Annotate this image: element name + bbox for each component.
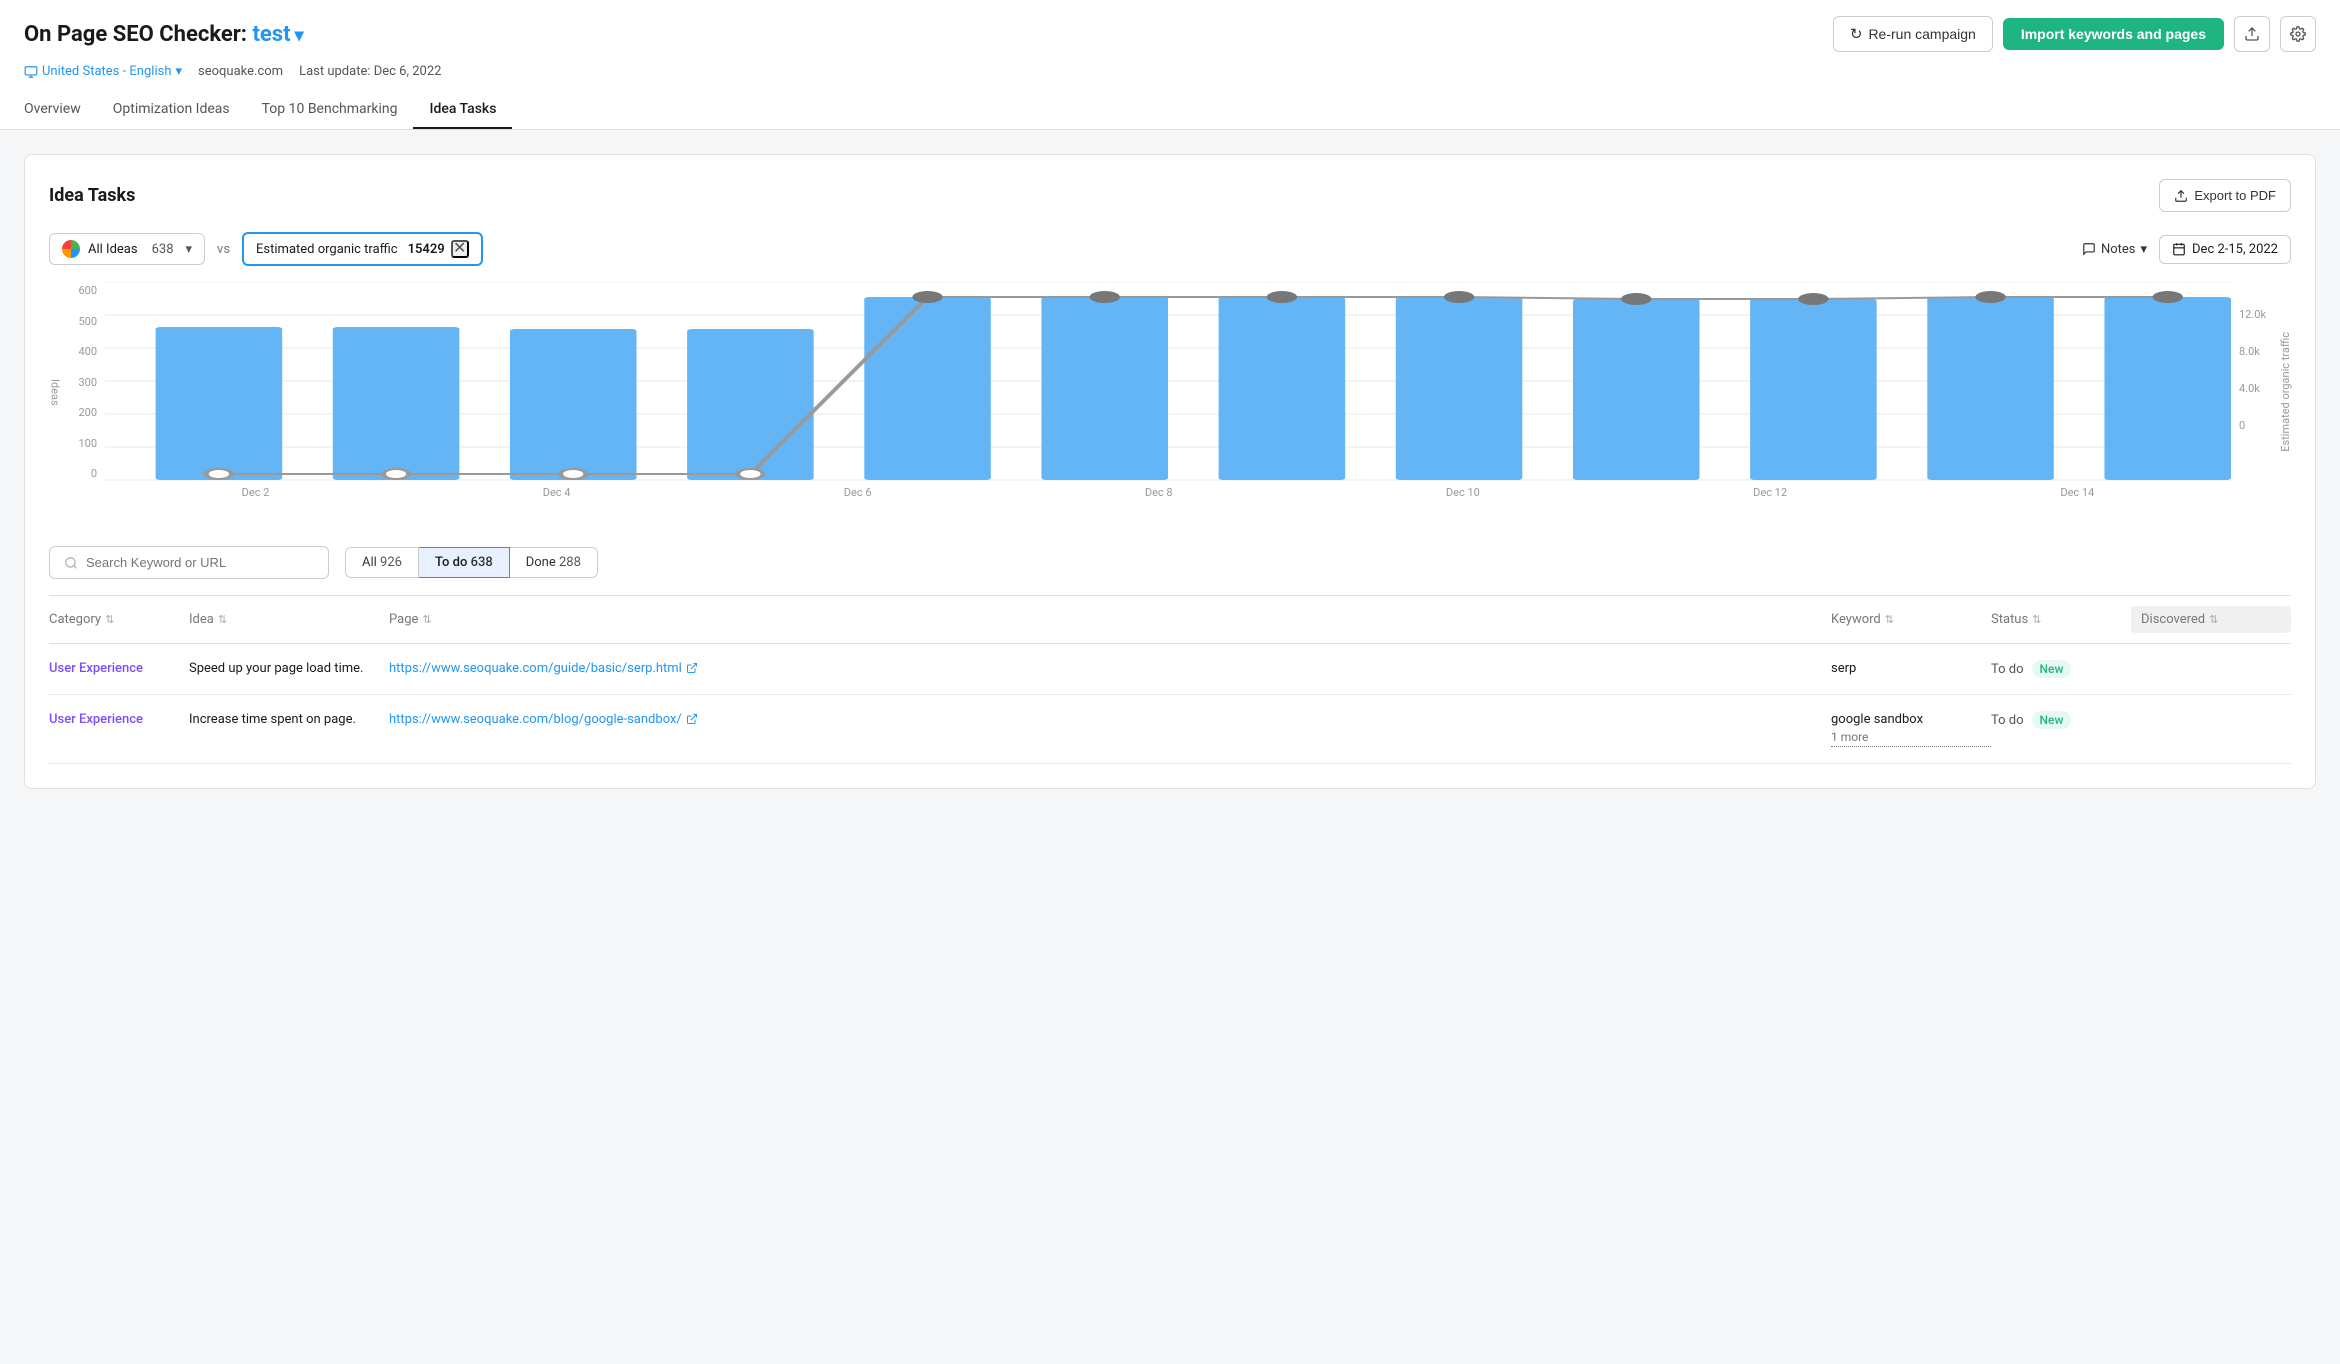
sort-status-icon[interactable]: ⇅ [2032,613,2041,626]
page-cell-2[interactable]: https://www.seoquake.com/blog/google-san… [389,711,1831,729]
page-cell-1[interactable]: https://www.seoquake.com/guide/basic/ser… [389,660,1831,678]
external-link-icon-2 [686,713,698,725]
monitor-icon [24,65,38,79]
nav-tabs: Overview Optimization Ideas Top 10 Bench… [24,91,2316,129]
settings-button[interactable] [2280,16,2316,52]
dropdown-chevron-icon: ▾ [186,242,193,257]
upload-button[interactable] [2234,16,2270,52]
page-title: On Page SEO Checker: test▾ [24,22,304,47]
col-header-category: Category ⇅ [49,606,189,633]
status-cell-1: To do New [1991,660,2131,678]
table-row: User Experience Speed up your page load … [49,644,2291,695]
search-icon [64,556,78,570]
header-top: On Page SEO Checker: test▾ ↻ Re-run camp… [24,16,2316,52]
vs-label: vs [217,242,230,257]
metric-tag: Estimated organic traffic 15429 ✕ [242,232,483,266]
external-link-icon [686,662,698,674]
category-cell-1[interactable]: User Experience [49,660,189,678]
last-update: Last update: Dec 6, 2022 [299,64,441,79]
card-title: Idea Tasks [49,185,135,206]
data-table: Category ⇅ Idea ⇅ Page ⇅ Keyword ⇅ Statu… [49,595,2291,764]
location-chevron-icon: ▾ [175,64,182,79]
table-header: Category ⇅ Idea ⇅ Page ⇅ Keyword ⇅ Statu… [49,596,2291,644]
date-range-button[interactable]: Dec 2-15, 2022 [2159,235,2291,264]
metric-close-button[interactable]: ✕ [451,240,469,258]
col-header-idea: Idea ⇅ [189,606,389,633]
category-cell-2[interactable]: User Experience [49,711,189,729]
col-header-page: Page ⇅ [389,606,1831,633]
project-name[interactable]: test [252,22,290,47]
calendar-icon [2172,242,2186,256]
header-actions: ↻ Re-run campaign Import keywords and pa… [1833,16,2316,52]
search-input[interactable] [86,555,314,570]
y-axis-right-label: Estimated organic traffic [2279,332,2292,452]
filter-tab-todo[interactable]: To do 638 [419,547,510,578]
filter-tab-done[interactable]: Done 288 [510,547,598,578]
col-header-discovered: Discovered ⇅ [2131,606,2291,633]
chart-right-controls: Notes ▾ Dec 2-15, 2022 [2082,235,2291,264]
location-selector[interactable]: United States - English ▾ [24,64,182,79]
page-header: On Page SEO Checker: test▾ ↻ Re-run camp… [0,0,2340,130]
y-axis-left: 600 500 400 300 200 100 0 [69,282,105,482]
main-content: Idea Tasks Export to PDF All Ideas 638 ▾… [0,130,2340,813]
rerun-icon: ↻ [1850,25,1863,43]
sort-page-icon[interactable]: ⇅ [422,613,431,626]
status-cell-2: To do New [1991,711,2131,729]
notes-button[interactable]: Notes ▾ [2082,242,2147,257]
domain-text: seoquake.com [198,64,283,79]
filter-tabs: All 926 To do 638 Done 288 [345,547,598,578]
table-row: User Experience Increase time spent on p… [49,695,2291,764]
tab-idea-tasks[interactable]: Idea Tasks [413,91,512,129]
sort-category-icon[interactable]: ⇅ [105,613,114,626]
col-header-keyword: Keyword ⇅ [1831,606,1991,633]
header-meta: United States - English ▾ seoquake.com L… [24,64,2316,79]
keyword-more-2[interactable]: 1 more [1831,729,1991,747]
keyword-cell-1: serp [1831,660,1991,678]
tab-optimization[interactable]: Optimization Ideas [97,91,246,129]
sort-discovered-icon[interactable]: ⇅ [2209,613,2218,626]
badge-new-1: New [2032,660,2072,678]
tab-overview[interactable]: Overview [24,91,97,129]
export-icon [2174,189,2188,203]
chart-area: Ideas 600 500 400 300 200 100 0 [49,282,2291,522]
filter-section: All 926 To do 638 Done 288 [49,546,2291,579]
comment-icon [2082,242,2096,256]
all-ideas-selector[interactable]: All Ideas 638 ▾ [49,233,205,265]
chevron-icon[interactable]: ▾ [295,25,304,46]
export-pdf-button[interactable]: Export to PDF [2159,179,2291,212]
pie-chart-icon [62,240,80,258]
sort-idea-icon[interactable]: ⇅ [218,613,227,626]
idea-cell-2: Increase time spent on page. [189,711,389,729]
y-axis-right: 12.0k 8.0k 4.0k 0 [2231,282,2271,482]
badge-new-2: New [2032,711,2072,729]
chart-controls: All Ideas 638 ▾ vs Estimated organic tra… [49,232,2291,266]
col-header-status: Status ⇅ [1991,606,2131,633]
notes-chevron-icon: ▾ [2140,242,2147,257]
keyword-cell-2: google sandbox 1 more [1831,711,1991,747]
card-header: Idea Tasks Export to PDF [49,179,2291,212]
rerun-button[interactable]: ↻ Re-run campaign [1833,16,1993,52]
sort-keyword-icon[interactable]: ⇅ [1885,613,1894,626]
idea-cell-1: Speed up your page load time. [189,660,389,678]
chart-svg [105,282,2231,482]
y-axis-left-label: Ideas [49,379,62,406]
idea-tasks-card: Idea Tasks Export to PDF All Ideas 638 ▾… [24,154,2316,789]
import-button[interactable]: Import keywords and pages [2003,18,2224,50]
tab-benchmarking[interactable]: Top 10 Benchmarking [246,91,414,129]
search-box[interactable] [49,546,329,579]
filter-tab-all[interactable]: All 926 [345,547,419,578]
